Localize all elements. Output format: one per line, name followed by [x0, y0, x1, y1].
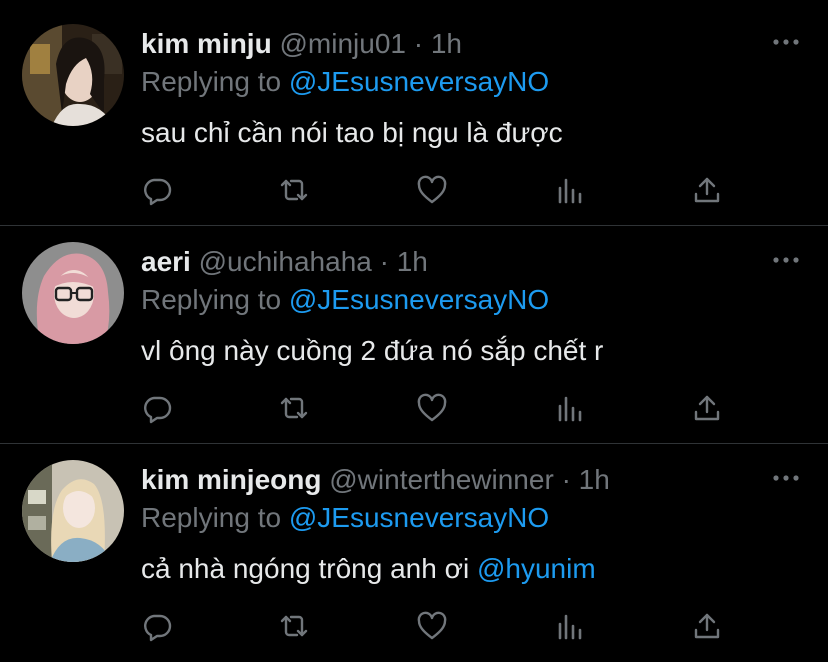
replying-label: Replying to: [141, 502, 282, 533]
tweet-header: aeri @uchihahaha · 1h: [141, 242, 428, 282]
reply-icon[interactable]: [141, 610, 173, 642]
tweet-header: kim minjeong @winterthewinner · 1h: [141, 460, 610, 500]
tweet-actions: [0, 392, 828, 432]
display-name[interactable]: kim minju: [141, 28, 272, 59]
tweet-text-content: vl ông này cuồng 2 đứa nó sắp chết r: [141, 335, 604, 366]
tweet-header: kim minju @minju01 · 1h: [141, 24, 462, 64]
timestamp[interactable]: 1h: [431, 28, 462, 59]
more-options-icon[interactable]: [770, 466, 802, 490]
separator: ·: [379, 246, 389, 277]
display-name[interactable]: kim minjeong: [141, 464, 321, 495]
reply-icon[interactable]: [141, 392, 173, 424]
like-icon[interactable]: [416, 392, 448, 424]
tweet-text-content: cả nhà ngóng trông anh ơi: [141, 553, 477, 584]
tweet[interactable]: kim minjeong @winterthewinner · 1h Reply…: [0, 436, 828, 653]
replying-mention[interactable]: @JEsusneversayNO: [289, 284, 549, 315]
avatar[interactable]: [22, 242, 124, 344]
tweet-actions: [0, 610, 828, 650]
tweet-mention[interactable]: @hyunim: [477, 553, 596, 584]
replying-label: Replying to: [141, 284, 282, 315]
replying-mention[interactable]: @JEsusneversayNO: [289, 66, 549, 97]
replying-to: Replying to @JEsusneversayNO: [141, 62, 549, 102]
tweet-text: sau chỉ cần nói tao bị ngu là được: [141, 112, 563, 154]
like-icon[interactable]: [416, 174, 448, 206]
user-handle[interactable]: @minju01: [279, 28, 405, 59]
retweet-icon[interactable]: [278, 392, 310, 424]
tweet[interactable]: aeri @uchihahaha · 1h Replying to @JEsus…: [0, 218, 828, 435]
tweet[interactable]: kim minju @minju01 · 1h Replying to @JEs…: [0, 0, 828, 217]
replying-to: Replying to @JEsusneversayNO: [141, 498, 549, 538]
display-name[interactable]: aeri: [141, 246, 191, 277]
replying-mention[interactable]: @JEsusneversayNO: [289, 502, 549, 533]
like-icon[interactable]: [416, 610, 448, 642]
avatar[interactable]: [22, 460, 124, 562]
retweet-icon[interactable]: [278, 610, 310, 642]
separator: ·: [413, 28, 424, 59]
tweet-text-content: sau chỉ cần nói tao bị ngu là được: [141, 117, 563, 148]
avatar[interactable]: [22, 24, 124, 126]
share-icon[interactable]: [691, 174, 723, 206]
retweet-icon[interactable]: [278, 174, 310, 206]
share-icon[interactable]: [691, 392, 723, 424]
tweet-text: cả nhà ngóng trông anh ơi @hyunim: [141, 548, 596, 590]
user-handle[interactable]: @winterthewinner: [329, 464, 554, 495]
user-handle[interactable]: @uchihahaha: [199, 246, 372, 277]
more-options-icon[interactable]: [770, 30, 802, 54]
share-icon[interactable]: [691, 610, 723, 642]
replying-label: Replying to: [141, 66, 282, 97]
analytics-icon[interactable]: [554, 174, 586, 206]
timestamp[interactable]: 1h: [397, 246, 428, 277]
tweet-text: vl ông này cuồng 2 đứa nó sắp chết r: [141, 330, 603, 372]
more-options-icon[interactable]: [770, 248, 802, 272]
replying-to: Replying to @JEsusneversayNO: [141, 280, 549, 320]
analytics-icon[interactable]: [554, 610, 586, 642]
timestamp[interactable]: 1h: [579, 464, 610, 495]
separator: ·: [561, 464, 571, 495]
tweet-actions: [0, 174, 828, 214]
analytics-icon[interactable]: [554, 392, 586, 424]
reply-icon[interactable]: [141, 174, 173, 206]
